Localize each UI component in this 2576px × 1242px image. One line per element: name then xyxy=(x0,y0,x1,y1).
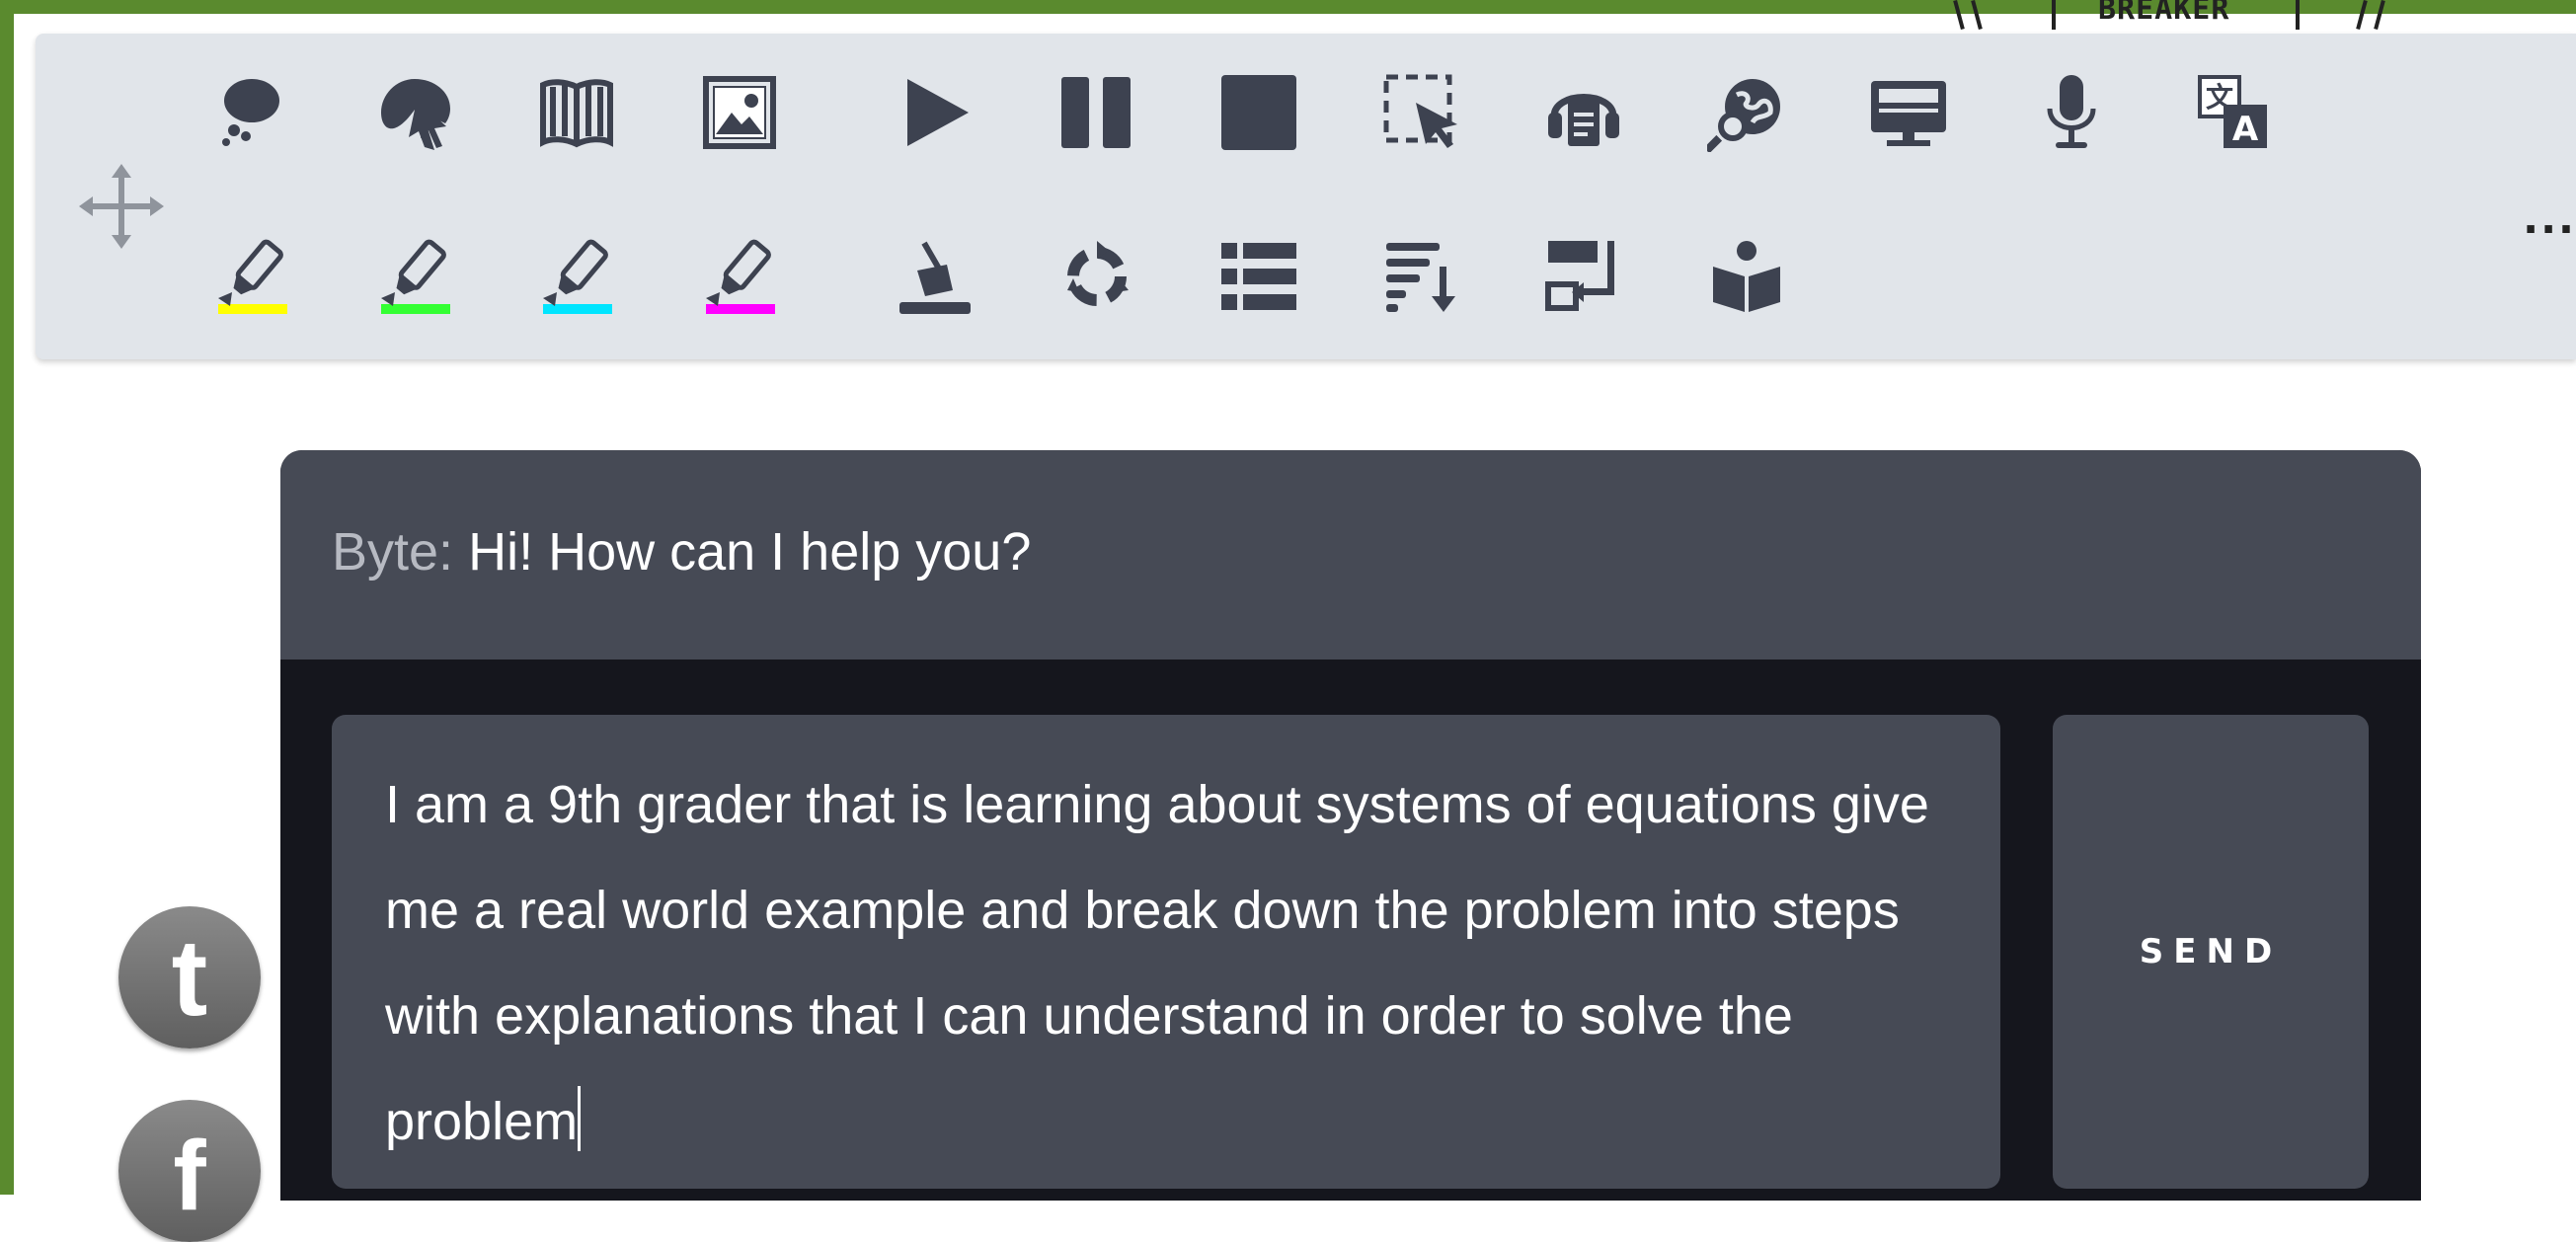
collect-button[interactable] xyxy=(1534,227,1633,326)
sort-list-button[interactable] xyxy=(1372,227,1471,326)
highlighter-magenta-icon xyxy=(706,239,775,314)
screenshot-reader-button[interactable] xyxy=(1372,63,1471,162)
header-fragment-stroke xyxy=(2052,0,2056,30)
reader-icon xyxy=(1713,241,1780,312)
header-fragment-stroke xyxy=(2374,0,2385,31)
list-button[interactable] xyxy=(1210,227,1308,326)
click-to-speak-button[interactable] xyxy=(365,63,464,162)
audio-document-icon xyxy=(1548,94,1619,146)
translate-icon: 文 A xyxy=(2198,75,2267,149)
web-search-icon xyxy=(1707,79,1780,152)
header-fragment-stroke xyxy=(2296,0,2300,30)
screen-mask-button[interactable] xyxy=(1859,63,1958,162)
speech-pointer-icon xyxy=(381,79,450,150)
reading-toolbar: 文 A ... xyxy=(36,34,2576,359)
list-icon xyxy=(1221,243,1296,310)
chat-panel: Byte: Hi! How can I help you? I am a 9th… xyxy=(280,450,2421,1201)
highlight-yellow-button[interactable] xyxy=(202,227,301,326)
recycle-icon xyxy=(1067,241,1129,306)
clear-highlights-button[interactable] xyxy=(886,227,984,326)
microphone-icon xyxy=(2047,75,2096,148)
play-button[interactable] xyxy=(886,63,984,162)
highlighter-yellow-icon xyxy=(218,239,287,314)
image-icon xyxy=(703,76,776,149)
header-fragment-text: BREAKER xyxy=(2098,0,2230,27)
header-fragment: BREAKER xyxy=(1945,0,2399,36)
highlighter-cyan-icon xyxy=(543,239,612,314)
highlight-cyan-button[interactable] xyxy=(527,227,626,326)
header-fragment-stroke xyxy=(1953,0,1965,31)
sort-list-icon xyxy=(1386,243,1455,312)
monitor-icon xyxy=(1871,81,1946,146)
header-fragment-stroke xyxy=(2356,0,2368,31)
collect-icon xyxy=(1545,241,1614,311)
pause-icon xyxy=(1061,77,1131,148)
highlight-green-button[interactable] xyxy=(365,227,464,326)
chat-header: Byte: Hi! How can I help you? xyxy=(280,450,2421,660)
text-caret xyxy=(578,1086,582,1151)
stop-icon xyxy=(1221,75,1296,150)
clear-highlights-icon xyxy=(899,241,971,314)
voice-note-button[interactable] xyxy=(2022,63,2121,162)
facebook-icon: f xyxy=(173,1121,206,1231)
bot-message-text: Hi! How can I help you? xyxy=(468,522,1032,582)
select-region-icon xyxy=(1383,74,1457,148)
play-icon xyxy=(907,79,969,146)
more-options-button[interactable]: ... xyxy=(2523,198,2576,240)
move-handle-icon[interactable] xyxy=(77,162,166,251)
header-fragment-stroke xyxy=(1971,0,1983,31)
twitter-share-button[interactable]: t xyxy=(118,906,261,1048)
read-button[interactable] xyxy=(527,63,626,162)
facebook-share-button[interactable]: f xyxy=(118,1100,261,1242)
audio-maker-button[interactable] xyxy=(1534,63,1633,162)
pause-button[interactable] xyxy=(1048,63,1146,162)
reader-button[interactable] xyxy=(1697,227,1796,326)
page-frame-left xyxy=(0,0,14,1195)
chat-input[interactable]: I am a 9th grader that is learning about… xyxy=(332,715,2000,1189)
book-icon xyxy=(540,79,613,148)
highlighter-green-icon xyxy=(381,239,450,314)
stop-button[interactable] xyxy=(1210,63,1308,162)
svg-text:A: A xyxy=(2232,110,2259,149)
picture-button[interactable] xyxy=(690,63,789,162)
twitter-icon: t xyxy=(171,916,208,1039)
bot-name: Byte: xyxy=(332,522,454,582)
think-button[interactable] xyxy=(202,63,301,162)
recycle-button[interactable] xyxy=(1048,227,1146,326)
highlight-magenta-button[interactable] xyxy=(690,227,789,326)
thought-bubble-icon xyxy=(222,79,279,146)
chat-input-text: I am a 9th grader that is learning about… xyxy=(385,775,1929,1151)
translate-button[interactable]: 文 A xyxy=(2184,63,2283,162)
web-search-button[interactable] xyxy=(1697,63,1796,162)
send-button[interactable]: SEND xyxy=(2053,715,2369,1189)
bot-message: Byte: Hi! How can I help you? xyxy=(332,521,1031,582)
